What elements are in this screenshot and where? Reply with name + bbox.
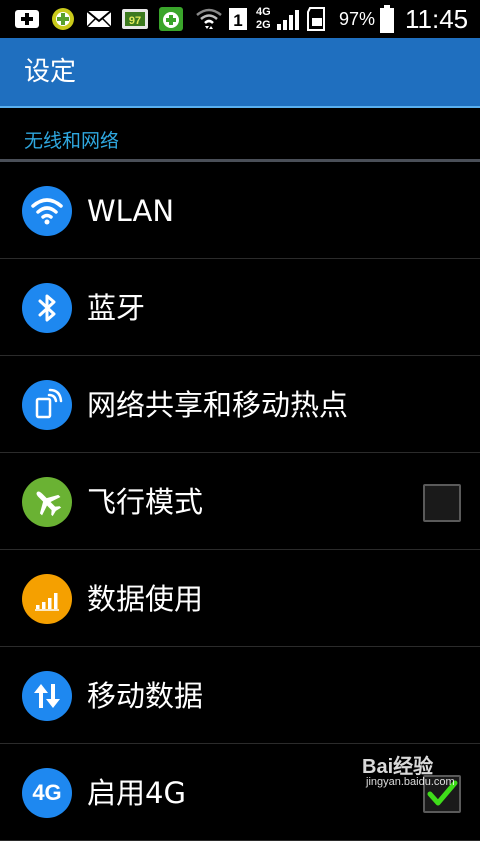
- settings-item-label: 蓝牙: [87, 291, 146, 325]
- section-header-wireless: 无线和网络: [0, 108, 480, 162]
- clock: 11:45: [405, 4, 469, 34]
- settings-list: WLAN 蓝牙 网络共享和移动热点 飞行模式 数据使用 移动数据 4G 启用4G: [0, 162, 480, 841]
- page-title: 设定: [24, 57, 77, 87]
- settings-item-label: 数据使用: [87, 582, 204, 616]
- app-badge-icon: 97: [121, 7, 149, 31]
- wifi-icon: [195, 7, 223, 31]
- hotspot-icon: [22, 380, 72, 430]
- signal-icon: [276, 7, 300, 31]
- data-usage-icon: [22, 574, 72, 624]
- status-bar: 97 1 4G 2G 97% 11:45: [0, 0, 480, 38]
- watermark-url: jingyan.baidu.com: [366, 776, 455, 788]
- sim-digit: 1: [233, 11, 242, 30]
- settings-item-tethering-hotspot[interactable]: 网络共享和移动热点: [0, 356, 480, 453]
- watermark-brand: Bai经验: [362, 756, 434, 778]
- sim-icon: 1: [228, 7, 248, 31]
- battery-icon: [380, 5, 394, 33]
- settings-item-wlan[interactable]: WLAN: [0, 162, 480, 259]
- game-app-icon: [50, 7, 76, 31]
- settings-item-data-usage[interactable]: 数据使用: [0, 550, 480, 647]
- network-type-bottom: 2G: [256, 19, 271, 31]
- wifi-icon: [22, 186, 72, 236]
- settings-item-label: WLAN: [87, 194, 175, 228]
- settings-item-label: 飞行模式: [87, 485, 204, 519]
- settings-item-label: 启用4G: [87, 776, 186, 810]
- section-title: 无线和网络: [24, 130, 120, 152]
- bluetooth-icon: [22, 283, 72, 333]
- battery-percent: 97%: [339, 9, 376, 29]
- baidu-jingyan-watermark: Bai经验 jingyan.baidu.com: [362, 744, 474, 796]
- settings-item-airplane-mode[interactable]: 飞行模式: [0, 453, 480, 550]
- shield-plus-icon: [158, 7, 184, 31]
- mail-icon: [86, 7, 112, 31]
- airplane-mode-checkbox[interactable]: [423, 484, 461, 522]
- settings-item-mobile-data[interactable]: 移动数据: [0, 647, 480, 744]
- settings-item-label: 网络共享和移动热点: [87, 388, 349, 422]
- add-icon: [14, 7, 40, 31]
- network-type-top: 4G: [256, 6, 271, 18]
- settings-item-label: 移动数据: [87, 679, 204, 713]
- title-bar: 设定: [0, 38, 480, 108]
- settings-item-bluetooth[interactable]: 蓝牙: [0, 259, 480, 356]
- mobile-data-icon: [22, 671, 72, 721]
- svg-text:97: 97: [129, 15, 141, 27]
- 4g-icon-text: 4G: [32, 780, 62, 805]
- airplane-icon: [22, 477, 72, 527]
- sd-card-icon: [306, 7, 328, 31]
- 4g-icon: 4G: [22, 768, 72, 818]
